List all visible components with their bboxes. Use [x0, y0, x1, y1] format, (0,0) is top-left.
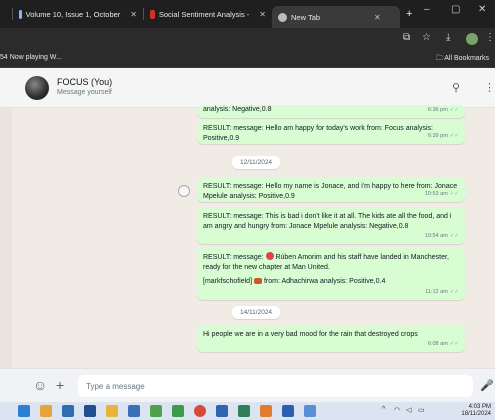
- gmail-icon: [150, 9, 155, 19]
- app-icon[interactable]: [128, 405, 140, 417]
- message-bubble[interactable]: RESULT: message: Rúben Amorim and his st…: [197, 248, 465, 300]
- profile-avatar[interactable]: [466, 33, 478, 45]
- message-time: 6:39 pm ✓✓: [427, 133, 459, 139]
- bookmarks-bar: 54 Now playing W... 🗀 All Bookmarks: [0, 50, 495, 68]
- message-text: RESULT: message: This is bad i don't lik…: [203, 213, 452, 230]
- all-bookmarks[interactable]: 🗀 All Bookmarks: [436, 54, 489, 65]
- chevron-up-icon[interactable]: ^: [382, 406, 385, 413]
- clock-time: 4:03 PM: [468, 404, 491, 410]
- chrome-icon[interactable]: [194, 405, 206, 417]
- plus-icon: +: [406, 8, 413, 20]
- browser-tabstrip: ✕ Volume 10, Issue 1, October ✕ Social S…: [0, 0, 495, 28]
- message-bubble[interactable]: RESULT: message: This is bad i don't lik…: [197, 208, 465, 244]
- message-text: [markfschofield]: [203, 278, 253, 285]
- speaker-icon[interactable]: ◁: [406, 406, 411, 414]
- new-tab-button[interactable]: +: [400, 3, 418, 25]
- chrome-icon: [278, 12, 287, 22]
- message-bubble[interactable]: Hi people we are in a very bad mood for …: [197, 326, 465, 352]
- tab-label: New Tab: [291, 12, 321, 22]
- app-icon[interactable]: [84, 405, 96, 417]
- all-bookmarks-label: All Bookmarks: [444, 55, 489, 62]
- tab-new-tab[interactable]: New Tab ✕: [272, 6, 400, 28]
- date-chip: 12/11/2024: [232, 156, 281, 169]
- wifi-icon[interactable]: ◠: [394, 406, 400, 414]
- app-icon[interactable]: [282, 405, 294, 417]
- app-icon[interactable]: [216, 405, 228, 417]
- download-icon[interactable]: ⤓: [446, 32, 450, 43]
- app-icon[interactable]: [238, 405, 250, 417]
- forward-icon[interactable]: [178, 185, 190, 197]
- screenshot-icon[interactable]: ⧉: [403, 32, 410, 43]
- message-text: RESULT: message: Hello my name is Jonace…: [203, 183, 458, 200]
- star-icon[interactable]: ☆: [422, 32, 431, 43]
- tab-label: Social Sentiment Analysis -: [158, 9, 250, 19]
- taskbar: ^ ◠ ◁ ▭ 4:03 PM 18/11/2024: [0, 402, 495, 420]
- message-time: 11:12 am ✓✓: [425, 289, 459, 295]
- contact-subtitle: Message yourself: [57, 89, 112, 96]
- tab-volume[interactable]: Volume 10, Issue 1, October ✕: [13, 3, 143, 25]
- bookmark-now-playing[interactable]: 54 Now playing W...: [0, 54, 62, 61]
- app-icon[interactable]: [172, 405, 184, 417]
- emoji-picker-icon[interactable]: ☺: [33, 377, 47, 393]
- app-icon[interactable]: [62, 405, 74, 417]
- menu-icon[interactable]: ⋮: [485, 32, 495, 43]
- close-icon[interactable]: ✕: [130, 10, 137, 19]
- more-options-icon[interactable]: ⋮: [484, 81, 495, 94]
- tab-label: Volume 10, Issue 1, October: [25, 9, 121, 19]
- emoji-icon: [253, 278, 262, 284]
- message-bubble[interactable]: RESULT: message: Hello my name is Jonace…: [197, 178, 465, 202]
- message-bubble[interactable]: RESULT: message: Hello am happy for toda…: [197, 120, 465, 144]
- close-icon[interactable]: ✕: [259, 10, 266, 19]
- maximize-icon[interactable]: ▢: [451, 4, 460, 15]
- app-icon[interactable]: [18, 405, 30, 417]
- chat-header[interactable]: FOCUS (You) Message yourself ⚲ ⋮: [0, 68, 495, 108]
- message-text: RESULT: message:: [203, 254, 264, 261]
- message-time: 6:08 am ✓✓: [427, 341, 459, 347]
- message-composer: ☺ + 🎤: [0, 368, 495, 402]
- message-text: RESULT: message: Hello am happy for toda…: [203, 125, 433, 142]
- minimize-icon[interactable]: –: [424, 4, 430, 15]
- doc-icon: [19, 9, 22, 19]
- emoji-icon: [265, 252, 274, 260]
- search-icon[interactable]: ⚲: [452, 81, 460, 94]
- message-list: analysis: Negative,0.8 6:36 pm ✓✓ RESULT:…: [0, 105, 495, 378]
- date-chip: 14/11/2024: [232, 306, 281, 319]
- browser-toolbar: ⧉ ☆ ⤓ ⋮: [0, 28, 495, 50]
- message-time: 10:54 am ✓✓: [424, 233, 459, 239]
- message-input[interactable]: [78, 375, 473, 397]
- app-icon[interactable]: [150, 405, 162, 417]
- tab-sentiment[interactable]: Social Sentiment Analysis - ✕: [144, 3, 272, 25]
- close-icon[interactable]: ✕: [374, 13, 381, 22]
- attach-plus-icon[interactable]: +: [56, 377, 64, 393]
- folder-icon: 🗀: [435, 55, 443, 62]
- avatar[interactable]: [25, 76, 49, 100]
- app-icon[interactable]: [260, 405, 272, 417]
- battery-icon[interactable]: ▭: [418, 406, 425, 414]
- app-icon[interactable]: [304, 405, 316, 417]
- message-text: from: Adhachirwa: [263, 278, 319, 285]
- whatsapp-app: FOCUS (You) Message yourself ⚲ ⋮ analysi…: [0, 68, 495, 402]
- contact-name: FOCUS (You): [57, 77, 113, 87]
- close-window-icon[interactable]: ✕: [478, 4, 486, 15]
- message-text: analysis: Positive,0.4: [319, 278, 386, 285]
- folder-icon[interactable]: [106, 405, 118, 417]
- clock-date: 18/11/2024: [461, 411, 491, 417]
- message-text: Hi people we are in a very bad mood for …: [203, 331, 418, 338]
- message-input-wrapper: [78, 375, 473, 397]
- microphone-icon[interactable]: 🎤: [480, 379, 494, 392]
- message-text: analysis: Negative,0.8: [203, 106, 272, 113]
- message-time: 10:53 am ✓✓: [424, 191, 459, 197]
- system-clock[interactable]: 4:03 PM 18/11/2024: [461, 404, 491, 418]
- message-time: 6:36 pm ✓✓: [427, 107, 459, 113]
- message-bubble[interactable]: analysis: Negative,0.8 6:36 pm ✓✓: [197, 105, 465, 118]
- app-icon[interactable]: [40, 405, 52, 417]
- tab-close-prev[interactable]: ✕: [0, 3, 12, 25]
